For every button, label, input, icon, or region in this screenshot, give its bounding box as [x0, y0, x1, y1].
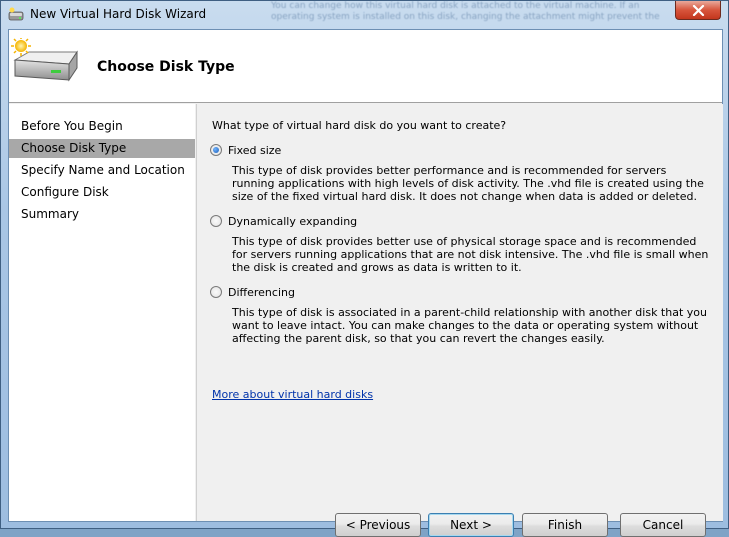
wizard-steps-nav: Before You Begin Choose Disk Type Specif…: [9, 104, 195, 521]
nav-item-specify-name-and-location[interactable]: Specify Name and Location: [9, 161, 195, 180]
disk-type-question: What type of virtual hard disk do you wa…: [212, 119, 507, 132]
nav-item-before-you-begin[interactable]: Before You Begin: [9, 117, 195, 136]
differencing-label[interactable]: Differencing: [228, 286, 295, 299]
wizard-content: What type of virtual hard disk do you wa…: [196, 104, 723, 537]
fixed-size-description: This type of disk provides better perfor…: [232, 164, 704, 203]
background-window-text: You can change how this virtual hard dis…: [271, 1, 660, 22]
nav-item-summary[interactable]: Summary: [9, 205, 195, 224]
finish-button[interactable]: Finish: [522, 513, 608, 537]
nav-item-configure-disk[interactable]: Configure Disk: [9, 183, 195, 202]
differencing-radio[interactable]: [210, 286, 222, 298]
window-title: New Virtual Hard Disk Wizard: [30, 7, 207, 21]
fixed-size-radio[interactable]: [210, 144, 222, 156]
dynamically-expanding-label[interactable]: Dynamically expanding: [228, 215, 357, 228]
next-button[interactable]: Next >: [428, 513, 514, 537]
dynamically-expanding-description: This type of disk provides better use of…: [232, 235, 709, 274]
more-about-vhd-link[interactable]: More about virtual hard disks: [212, 388, 373, 401]
disk-wizard-icon: [8, 7, 24, 21]
close-icon: [692, 5, 705, 16]
dynamically-expanding-radio[interactable]: [210, 215, 222, 227]
wizard-header: Choose Disk Type: [9, 30, 722, 103]
differencing-description: This type of disk is associated in a par…: [232, 306, 707, 345]
nav-item-choose-disk-type[interactable]: Choose Disk Type: [9, 139, 195, 158]
close-button[interactable]: [675, 1, 721, 20]
title-bar[interactable]: New Virtual Hard Disk Wizard You can cha…: [1, 1, 728, 29]
fixed-size-label[interactable]: Fixed size: [228, 144, 281, 157]
cancel-button[interactable]: Cancel: [620, 513, 706, 537]
hard-disk-icon: [11, 36, 81, 93]
wizard-client-area: Choose Disk Type Before You Begin Choose…: [8, 29, 723, 537]
page-title: Choose Disk Type: [97, 59, 235, 75]
previous-button[interactable]: < Previous: [335, 513, 421, 537]
wizard-window: New Virtual Hard Disk Wizard You can cha…: [0, 0, 729, 537]
